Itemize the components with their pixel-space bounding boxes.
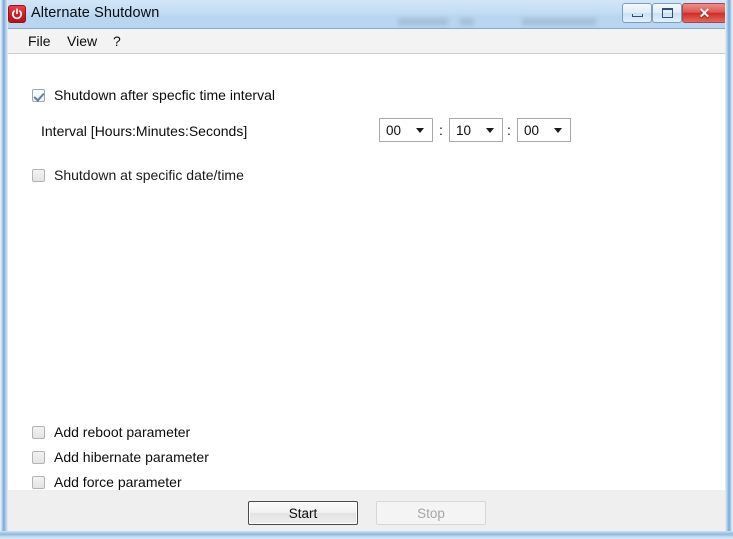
- background-artifact: [460, 18, 474, 26]
- menu-item-help[interactable]: ?: [109, 33, 125, 49]
- reboot-parameter-row[interactable]: Add reboot parameter: [32, 424, 190, 440]
- maximize-button[interactable]: [652, 3, 682, 23]
- seconds-dropdown[interactable]: 00: [517, 118, 571, 142]
- chevron-down-icon: [554, 127, 562, 133]
- datetime-option-row[interactable]: Shutdown at specific date/time: [32, 167, 244, 183]
- title-bar[interactable]: Alternate Shutdown ✕: [0, 0, 733, 29]
- force-parameter-row[interactable]: Add force parameter: [32, 474, 182, 490]
- menu-item-file[interactable]: File: [24, 33, 55, 49]
- force-parameter-checkbox[interactable]: [32, 475, 45, 489]
- menu-item-view[interactable]: View: [63, 33, 101, 49]
- reboot-parameter-label: Add reboot parameter: [54, 424, 191, 440]
- close-button[interactable]: ✕: [682, 3, 727, 23]
- close-icon: ✕: [698, 5, 711, 21]
- window-border-right: [725, 0, 733, 539]
- main-panel: Shutdown after specfic time interval Int…: [8, 54, 725, 490]
- window-border-left: [0, 0, 8, 539]
- hibernate-parameter-label: Add hibernate parameter: [54, 449, 209, 465]
- maximize-icon: [661, 8, 673, 18]
- hours-value: 00: [386, 122, 402, 138]
- client-area: File View ? Shutdown after specfic time …: [8, 29, 725, 531]
- hours-dropdown[interactable]: 00: [379, 118, 433, 142]
- start-button[interactable]: Start: [248, 501, 358, 525]
- menu-bar: File View ?: [8, 29, 725, 54]
- force-parameter-label: Add force parameter: [54, 474, 182, 490]
- window-title: Alternate Shutdown: [31, 5, 160, 21]
- minutes-dropdown[interactable]: 10: [449, 118, 503, 142]
- hibernate-parameter-checkbox[interactable]: [32, 450, 45, 464]
- chevron-down-icon: [486, 127, 494, 133]
- stop-button: Stop: [376, 501, 486, 525]
- chevron-down-icon: [416, 127, 424, 133]
- window-border-bottom: [0, 531, 733, 539]
- reboot-parameter-checkbox[interactable]: [32, 425, 45, 439]
- minimize-icon: [631, 14, 643, 17]
- background-artifact: [398, 18, 448, 26]
- minutes-value: 10: [456, 122, 472, 138]
- time-separator: :: [507, 122, 511, 138]
- seconds-value: 00: [524, 122, 540, 138]
- footer-panel: Start Stop: [8, 490, 725, 531]
- minimize-button[interactable]: [622, 3, 652, 23]
- interval-field-label: Interval [Hours:Minutes:Seconds]: [41, 123, 248, 139]
- interval-option-row[interactable]: Shutdown after specfic time interval: [32, 87, 275, 103]
- datetime-option-checkbox[interactable]: [32, 168, 45, 182]
- application-window: Alternate Shutdown ✕ File View ? Shutdow…: [0, 0, 733, 539]
- time-separator: :: [439, 122, 443, 138]
- interval-option-checkbox[interactable]: [32, 88, 45, 102]
- background-artifact: [522, 18, 596, 26]
- power-icon: [8, 5, 26, 23]
- interval-option-label: Shutdown after specfic time interval: [54, 87, 275, 103]
- datetime-option-label: Shutdown at specific date/time: [54, 167, 244, 183]
- hibernate-parameter-row[interactable]: Add hibernate parameter: [32, 449, 209, 465]
